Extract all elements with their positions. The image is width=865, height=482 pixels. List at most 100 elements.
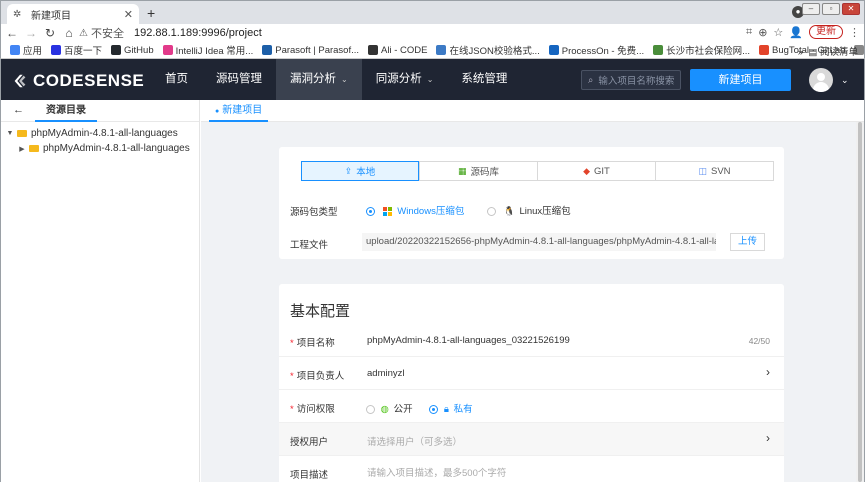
caret-right-icon[interactable]: ▶ bbox=[17, 145, 27, 153]
menu-item[interactable]: 首页 bbox=[151, 59, 202, 100]
maximize-icon[interactable]: ▫ bbox=[822, 3, 840, 15]
new-tab-button[interactable]: + bbox=[147, 5, 155, 21]
public-radio[interactable] bbox=[366, 404, 375, 414]
bookmark-label: 在线JSON校验格式... bbox=[449, 46, 540, 57]
forward-icon[interactable]: → bbox=[23, 26, 39, 40]
project-owner-row[interactable]: * 项目负责人 adminyzl › bbox=[279, 357, 784, 390]
bookmark-item[interactable]: GitHub bbox=[111, 45, 154, 56]
profile-icon[interactable]: 👤 bbox=[789, 26, 803, 39]
tab-new-project[interactable]: ● 新建项目 bbox=[209, 100, 269, 122]
url-field[interactable]: ⚠ 不安全 192.88.1.189:9996/project bbox=[79, 25, 739, 41]
chevron-right-icon[interactable]: › bbox=[766, 431, 770, 445]
linux-package-option[interactable]: 🐧 Linux压缩包 bbox=[486, 206, 571, 217]
bookmark-favicon-icon bbox=[262, 45, 273, 55]
linux-penguin-icon: 🐧 bbox=[503, 206, 515, 216]
bookmark-item[interactable]: Parasoft | Parasof... bbox=[262, 45, 359, 56]
source-card: ⇪ 本地 ▦ 源码库 ◆ GIT ◫ SVN 源码包类型 Windows压缩包 🐧 Linux… bbox=[279, 147, 784, 259]
zoom-icon[interactable]: ⊕ bbox=[758, 26, 767, 39]
translate-icon[interactable]: ⌗ bbox=[746, 26, 752, 39]
project-description-input[interactable]: 请输入项目描述，最多500个字符 bbox=[367, 465, 506, 479]
bookmark-item[interactable]: ProcessOn - 免费... bbox=[548, 43, 645, 57]
menu-item[interactable]: 漏洞分析 ⌄ bbox=[276, 59, 362, 100]
main-scrollbar[interactable] bbox=[856, 122, 864, 482]
tree-node[interactable]: ▼ phpMyAdmin-4.8.1-all-languages bbox=[1, 126, 199, 141]
access-private-option[interactable]: 🔒︎ 私有 bbox=[429, 404, 473, 415]
basic-config-card: 基本配置 * 项目名称 phpMyAdmin-4.8.1-all-language… bbox=[279, 284, 784, 482]
project-file-path: upload/20220322152656-phpMyAdmin-4.8.1-a… bbox=[362, 233, 716, 251]
menu-item[interactable]: 同源分析 ⌄ bbox=[362, 59, 448, 100]
bookmark-item[interactable]: 百度一下 bbox=[51, 43, 102, 57]
bookmark-item[interactable]: Ali - CODE bbox=[368, 45, 427, 56]
address-bar: ← → ↻ ⌂ ⚠ 不安全 192.88.1.189:9996/project … bbox=[0, 24, 865, 42]
chevron-down-icon[interactable]: ⌄ bbox=[841, 75, 849, 86]
chevron-right-icon[interactable]: › bbox=[766, 365, 770, 379]
windows-option-label: Windows压缩包 bbox=[397, 206, 465, 217]
reload-icon[interactable]: ↻ bbox=[42, 26, 58, 40]
project-owner-value[interactable]: adminyzl bbox=[367, 368, 405, 379]
source-type-tab[interactable]: ⇪ 本地 bbox=[301, 161, 419, 181]
home-icon[interactable]: ⌂ bbox=[61, 26, 77, 40]
svn-icon: ◫ bbox=[698, 165, 707, 176]
upload-button[interactable]: 上传 bbox=[730, 233, 765, 251]
content-tabs: ● 新建项目 bbox=[201, 100, 864, 122]
reading-list[interactable]: » ▤ 阅读清单 bbox=[798, 44, 858, 58]
scrollbar-thumb[interactable] bbox=[858, 122, 862, 482]
warning-icon[interactable]: ⚠ bbox=[79, 28, 88, 39]
caret-down-icon[interactable]: ▼ bbox=[5, 130, 15, 137]
bookmark-star-icon[interactable]: ☆ bbox=[773, 26, 783, 39]
url-text[interactable]: 192.88.1.189:9996/project bbox=[134, 27, 262, 39]
back-arrow-icon[interactable]: ← bbox=[13, 104, 24, 116]
access-public-option[interactable]: ◍ 公开 bbox=[366, 404, 415, 415]
search-icon: ⌕ bbox=[588, 74, 594, 86]
bookmark-label: GitHub bbox=[124, 44, 154, 56]
authorized-users-select[interactable]: 请选择用户（可多选） bbox=[367, 434, 462, 448]
source-type-tab[interactable]: ▦ 源码库 bbox=[419, 161, 538, 181]
private-radio[interactable] bbox=[429, 404, 439, 414]
user-avatar[interactable] bbox=[809, 68, 833, 92]
linux-radio[interactable] bbox=[486, 206, 496, 216]
bookmarks-more-icon[interactable]: » bbox=[798, 47, 803, 58]
back-icon[interactable]: ← bbox=[4, 26, 20, 40]
tree-node[interactable]: ▶ phpMyAdmin-4.8.1-all-languages bbox=[1, 141, 199, 156]
reading-list-label: 阅读清单 bbox=[819, 47, 858, 58]
source-type-label: GIT bbox=[594, 165, 610, 177]
bookmark-item[interactable]: 应用 bbox=[10, 43, 42, 57]
menu-item[interactable]: 系统管理 bbox=[447, 59, 521, 100]
access-options: ◍ 公开 🔒︎ 私有 bbox=[366, 401, 473, 415]
codesense-logo[interactable]: CODESENSE bbox=[11, 71, 144, 91]
package-type-options: Windows压缩包 🐧 Linux压缩包 bbox=[366, 203, 571, 217]
access-permission-row: * 访问权限 ◍ 公开 🔒︎ 私有 bbox=[279, 390, 784, 423]
authorized-users-row[interactable]: 授权用户 请选择用户（可多选） › bbox=[279, 423, 784, 456]
bookmark-item[interactable]: 在线JSON校验格式... bbox=[436, 43, 540, 57]
bookmark-item[interactable]: IntelliJ Idea 常用... bbox=[162, 43, 253, 57]
browser-tab-bar: ✲ 新建项目 ✕ + ● – ▫ ✕ bbox=[0, 0, 865, 25]
project-name-input[interactable]: phpMyAdmin-4.8.1-all-languages_032215261… bbox=[367, 335, 570, 346]
project-search-input[interactable]: ⌕ 输入项目名称搜索 bbox=[581, 70, 681, 90]
close-tab-icon[interactable]: ✕ bbox=[124, 8, 133, 21]
source-type-tab[interactable]: ◆ GIT bbox=[537, 161, 656, 181]
bookmark-label: Parasoft | Parasof... bbox=[275, 44, 360, 56]
update-button[interactable]: 更新 bbox=[809, 25, 843, 39]
bookmark-favicon-icon bbox=[653, 45, 664, 55]
source-type-tab[interactable]: ◫ SVN bbox=[655, 161, 774, 181]
upload-icon: ⇪ bbox=[344, 165, 353, 176]
windows-package-option[interactable]: Windows压缩包 bbox=[366, 206, 467, 217]
page-favicon-icon: ✲ bbox=[13, 8, 22, 20]
tab-new-project-label: 新建项目 bbox=[222, 105, 263, 116]
project-name-label: * 项目名称 bbox=[290, 338, 335, 349]
browser-menu-icon[interactable]: ⋮ bbox=[849, 26, 860, 39]
bookmark-favicon-icon bbox=[10, 45, 20, 55]
tab-resource-directory[interactable]: 资源目录 bbox=[35, 100, 97, 122]
new-project-button[interactable]: 新建项目 bbox=[690, 69, 791, 91]
browser-tab[interactable]: ✲ 新建项目 ✕ bbox=[7, 4, 139, 25]
menu-item-label: 源码管理 bbox=[216, 73, 262, 85]
bookmark-label: Ali - CODE bbox=[381, 44, 428, 56]
chevron-down-icon: ⌄ bbox=[341, 75, 348, 84]
windows-radio[interactable] bbox=[366, 206, 375, 216]
bookmark-label: ProcessOn - 免费... bbox=[561, 46, 645, 57]
minimize-icon[interactable]: – bbox=[802, 3, 820, 15]
bookmark-item[interactable]: 长沙市社会保险网... bbox=[653, 43, 750, 57]
menu-item[interactable]: 源码管理 bbox=[202, 59, 276, 100]
logo-text: CODESENSE bbox=[33, 71, 145, 90]
close-window-icon[interactable]: ✕ bbox=[842, 3, 860, 15]
